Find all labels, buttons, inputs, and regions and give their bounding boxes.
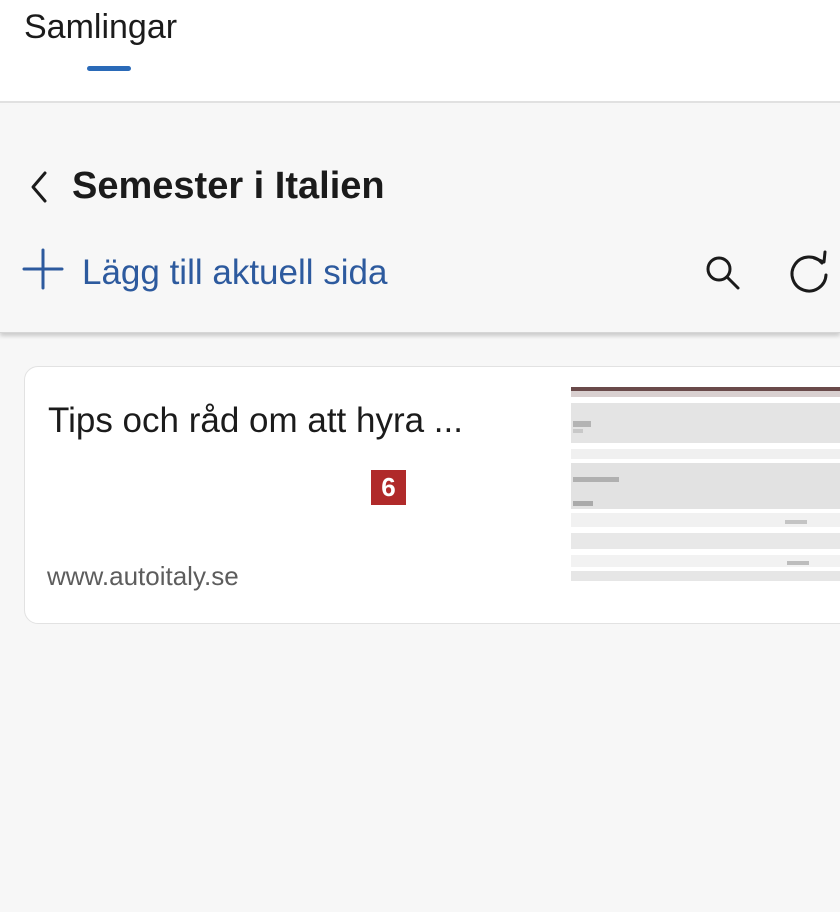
refresh-icon [790,250,828,293]
item-number-badge: 6 [371,470,406,505]
tab-active-indicator [87,66,131,71]
refresh-button[interactable] [784,249,840,295]
collection-panel: Semester i Italien Lägg till aktuell sid… [0,105,840,333]
item-url: www.autoitaly.se [47,561,239,591]
back-button[interactable] [26,167,54,207]
page-thumbnail [571,387,840,597]
add-current-page-label: Lägg till aktuell sida [82,253,388,292]
search-button[interactable] [700,249,746,295]
item-title: Tips och råd om att hyra ... [48,401,463,440]
add-current-page-button[interactable]: Lägg till aktuell sida [20,243,440,295]
chevron-left-icon [31,171,47,203]
search-icon [706,256,740,290]
collection-item-card[interactable]: Tips och råd om att hyra ... 6 www.autoi… [24,366,840,624]
collection-title: Semester i Italien [72,165,385,207]
collections-header: Samlingar [0,0,840,103]
tab-collections[interactable]: Samlingar [24,8,177,47]
plus-icon [22,248,64,290]
